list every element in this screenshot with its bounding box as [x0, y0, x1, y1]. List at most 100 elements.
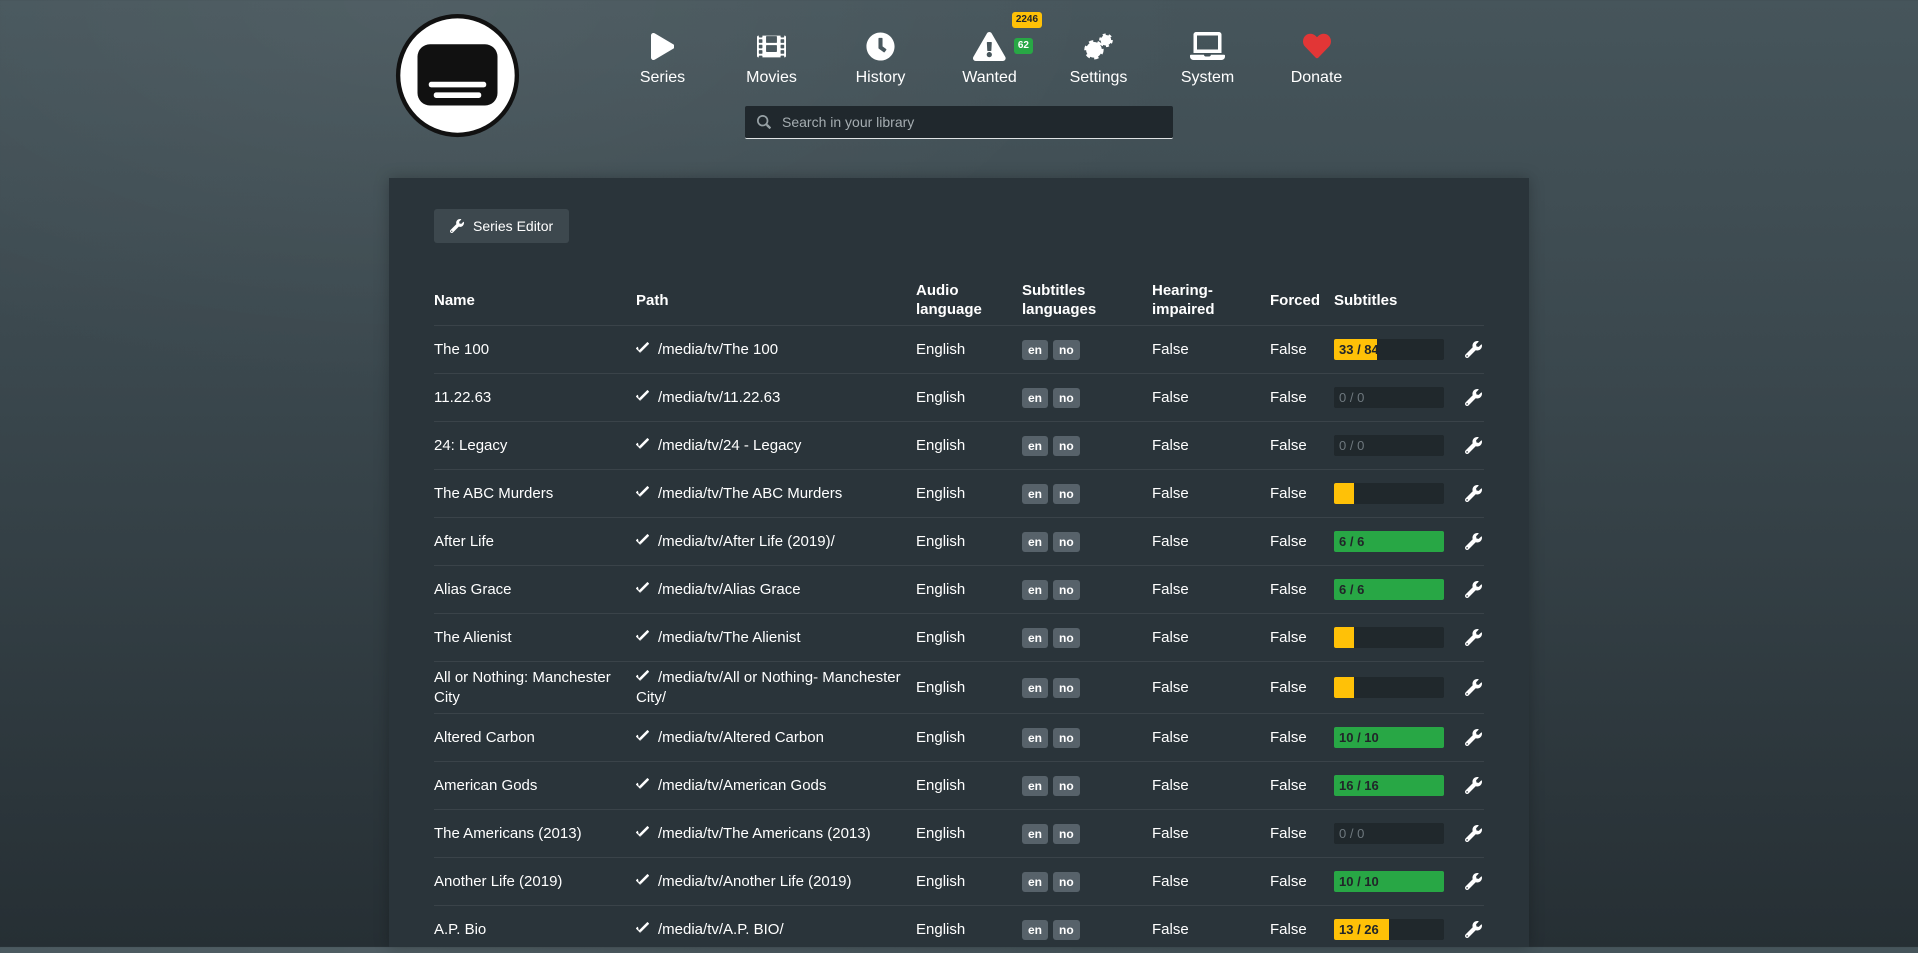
nav-item-series[interactable]: Series — [608, 26, 717, 87]
subtitles-progress — [1334, 483, 1444, 504]
edit-series-wrench-icon[interactable] — [1465, 873, 1482, 890]
header-audio-language: Audio language — [916, 282, 1022, 320]
edit-series-wrench-icon[interactable] — [1465, 629, 1482, 646]
language-badge: no — [1053, 872, 1080, 892]
app-logo[interactable] — [395, 13, 520, 138]
subtitles-languages: enno — [1022, 382, 1152, 414]
edit-series-wrench-icon[interactable] — [1465, 777, 1482, 794]
nav-item-donate[interactable]: Donate — [1262, 26, 1371, 87]
forced: False — [1270, 334, 1334, 366]
series-name[interactable]: Altered Carbon — [434, 722, 636, 754]
series-path: /media/tv/The 100 — [658, 341, 778, 358]
subtitles-languages: enno — [1022, 574, 1152, 606]
warning-triangle-icon: 2246 62 — [973, 26, 1006, 66]
series-editor-button[interactable]: Series Editor — [434, 209, 569, 243]
edit-series-wrench-icon[interactable] — [1465, 729, 1482, 746]
subtitles-cell: 10 / 10 — [1334, 721, 1448, 754]
series-path: /media/tv/Alias Grace — [658, 581, 801, 598]
series-path-cell: /media/tv/Another Life (2019) — [636, 866, 916, 898]
check-icon — [636, 874, 649, 887]
series-path: /media/tv/A.P. BIO/ — [658, 921, 784, 938]
nav-item-settings[interactable]: Settings — [1044, 26, 1153, 87]
row-action-cell — [1448, 771, 1484, 800]
series-path-cell: /media/tv/Altered Carbon — [636, 722, 916, 754]
subtitles-cell — [1334, 671, 1448, 704]
row-action-cell — [1448, 431, 1484, 460]
series-path: /media/tv/Another Life (2019) — [658, 873, 851, 890]
forced: False — [1270, 430, 1334, 462]
language-badge: no — [1053, 728, 1080, 748]
play-icon — [651, 26, 675, 66]
series-name[interactable]: A.P. Bio — [434, 914, 636, 946]
forced: False — [1270, 770, 1334, 802]
nav-item-history[interactable]: History — [826, 26, 935, 87]
nav-label: History — [856, 69, 906, 87]
series-path: /media/tv/Altered Carbon — [658, 729, 824, 746]
hearing-impaired: False — [1152, 914, 1270, 946]
series-name[interactable]: The Alienist — [434, 622, 636, 654]
language-badge: en — [1022, 920, 1048, 940]
edit-series-wrench-icon[interactable] — [1465, 679, 1482, 696]
edit-series-wrench-icon[interactable] — [1465, 437, 1482, 454]
subtitles-cell — [1334, 621, 1448, 654]
audio-language: English — [916, 770, 1022, 802]
forced: False — [1270, 866, 1334, 898]
nav-item-wanted[interactable]: 2246 62 Wanted — [935, 26, 1044, 87]
forced: False — [1270, 818, 1334, 850]
language-badge: no — [1053, 436, 1080, 456]
series-name[interactable]: The 100 — [434, 334, 636, 366]
language-badge: en — [1022, 628, 1048, 648]
series-name[interactable]: 24: Legacy — [434, 430, 636, 462]
series-name[interactable]: Alias Grace — [434, 574, 636, 606]
audio-language: English — [916, 478, 1022, 510]
subtitles-cell: 16 / 16 — [1334, 769, 1448, 802]
hearing-impaired: False — [1152, 866, 1270, 898]
language-badge: no — [1053, 920, 1080, 940]
language-badge: no — [1053, 678, 1080, 698]
nav-item-movies[interactable]: Movies — [717, 26, 826, 87]
edit-series-wrench-icon[interactable] — [1465, 581, 1482, 598]
series-name[interactable]: American Gods — [434, 770, 636, 802]
hearing-impaired: False — [1152, 622, 1270, 654]
series-name[interactable]: After Life — [434, 526, 636, 558]
audio-language: English — [916, 622, 1022, 654]
hearing-impaired: False — [1152, 574, 1270, 606]
heart-icon — [1303, 26, 1331, 66]
series-path-cell: /media/tv/The ABC Murders — [636, 478, 916, 510]
edit-series-wrench-icon[interactable] — [1465, 389, 1482, 406]
series-path-cell: /media/tv/A.P. BIO/ — [636, 914, 916, 946]
wrench-icon — [450, 219, 464, 233]
check-icon — [636, 670, 649, 683]
subtitles-progress: 10 / 10 — [1334, 727, 1444, 748]
series-path: /media/tv/The Alienist — [658, 629, 801, 646]
series-name[interactable]: The Americans (2013) — [434, 818, 636, 850]
search-input[interactable] — [780, 113, 1173, 131]
language-badge: en — [1022, 728, 1048, 748]
language-badge: no — [1053, 532, 1080, 552]
forced: False — [1270, 914, 1334, 946]
edit-series-wrench-icon[interactable] — [1465, 533, 1482, 550]
subtitles-progress: 10 / 10 — [1334, 871, 1444, 892]
edit-series-wrench-icon[interactable] — [1465, 341, 1482, 358]
series-path-cell: /media/tv/Alias Grace — [636, 574, 916, 606]
subtitles-languages: enno — [1022, 430, 1152, 462]
edit-series-wrench-icon[interactable] — [1465, 921, 1482, 938]
subtitles-progress-label: 0 / 0 — [1339, 435, 1364, 456]
hearing-impaired: False — [1152, 478, 1270, 510]
series-path-cell: /media/tv/After Life (2019)/ — [636, 526, 916, 558]
series-name[interactable]: 11.22.63 — [434, 382, 636, 414]
nav-item-system[interactable]: System — [1153, 26, 1262, 87]
edit-series-wrench-icon[interactable] — [1465, 825, 1482, 842]
series-path-cell: /media/tv/11.22.63 — [636, 382, 916, 414]
audio-language: English — [916, 672, 1022, 704]
table-row: A.P. Bio /media/tv/A.P. BIO/ English enn… — [434, 905, 1484, 953]
edit-series-wrench-icon[interactable] — [1465, 485, 1482, 502]
language-badge: en — [1022, 872, 1048, 892]
series-name[interactable]: Another Life (2019) — [434, 866, 636, 898]
table-row: The Americans (2013) /media/tv/The Ameri… — [434, 809, 1484, 857]
series-name[interactable]: All or Nothing: Manchester City — [434, 662, 636, 713]
check-icon — [636, 730, 649, 743]
row-action-cell — [1448, 575, 1484, 604]
series-name[interactable]: The ABC Murders — [434, 478, 636, 510]
row-action-cell — [1448, 527, 1484, 556]
